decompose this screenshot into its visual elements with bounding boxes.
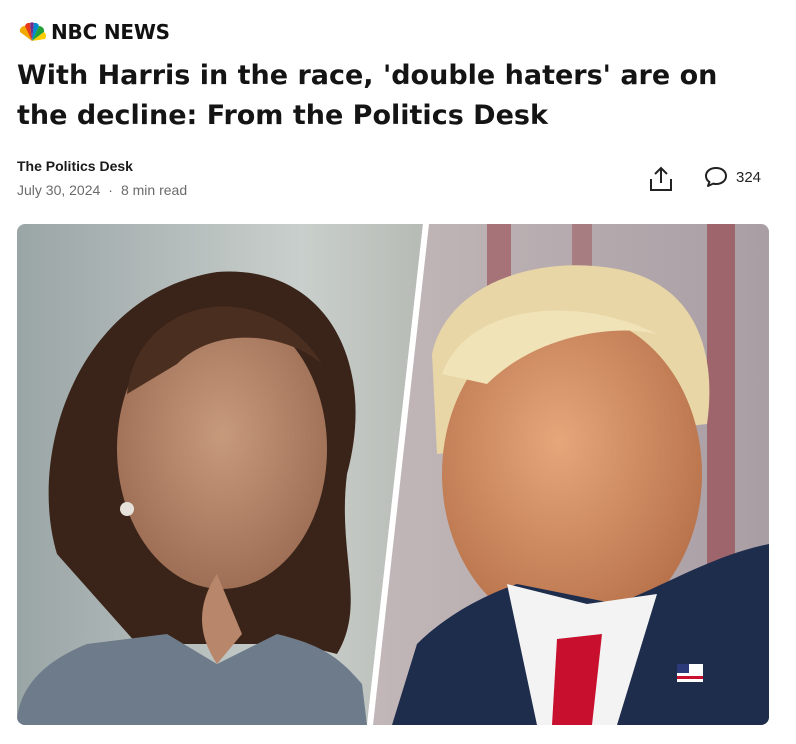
nbc-news-logo[interactable]: NBC NEWS — [17, 20, 170, 44]
article-headline: With Harris in the race, 'double haters'… — [17, 60, 718, 131]
left-portrait — [17, 224, 423, 725]
author-name[interactable]: The Politics Desk — [17, 158, 133, 174]
peacock-icon — [19, 22, 46, 41]
right-portrait — [373, 224, 769, 725]
meta-separator: · — [108, 182, 113, 198]
comment-icon — [705, 167, 727, 187]
share-icon[interactable] — [648, 165, 674, 193]
publish-date: July 30, 2024 — [17, 182, 101, 198]
hero-photo[interactable] — [17, 224, 769, 725]
article-meta: July 30, 2024 · 8 min read — [17, 182, 187, 198]
read-time: 8 min read — [120, 182, 188, 198]
comment-count: 324 — [736, 168, 762, 186]
brand-name: NBC NEWS — [51, 20, 170, 44]
hero-illustration — [17, 224, 769, 725]
comments-button[interactable]: 324 — [704, 166, 761, 188]
